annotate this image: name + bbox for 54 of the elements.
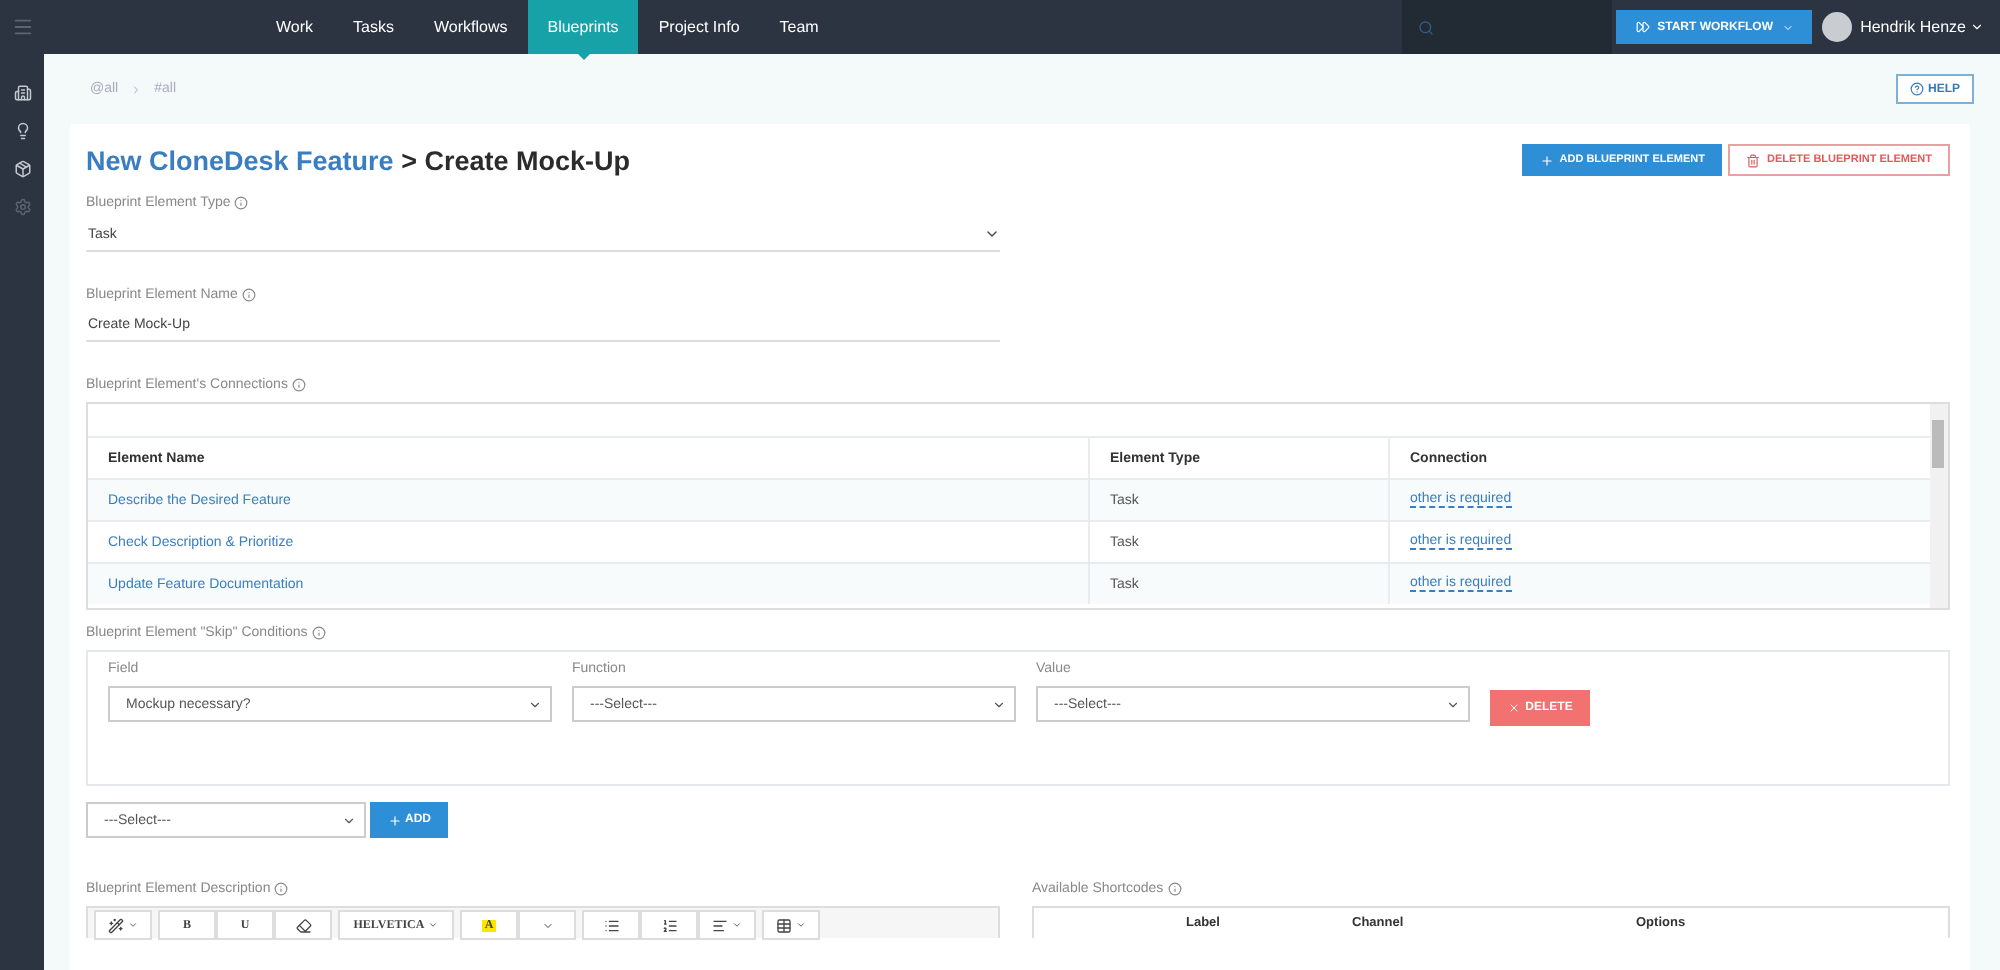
caret-icon xyxy=(732,920,742,930)
eraser-icon xyxy=(295,917,311,933)
scrollbar[interactable] xyxy=(1930,404,1948,608)
toolbar-button[interactable] xyxy=(640,910,698,940)
info-icon xyxy=(291,378,306,392)
caret-icon xyxy=(796,920,806,930)
nav-tab[interactable]: Workflows xyxy=(413,0,528,54)
info-icon xyxy=(241,288,256,302)
fast-forward-icon xyxy=(1635,20,1650,34)
align-icon xyxy=(712,917,728,933)
caret-icon xyxy=(128,920,138,930)
toolbar-button[interactable] xyxy=(94,910,152,940)
caret-icon xyxy=(1970,20,1984,34)
avatar[interactable] xyxy=(1822,12,1853,42)
caret-icon xyxy=(992,697,1006,711)
search-icon xyxy=(1418,19,1435,35)
nav-tab[interactable]: Tasks xyxy=(333,0,414,54)
box-icon xyxy=(13,160,31,178)
caret-icon xyxy=(428,920,439,930)
caret-icon xyxy=(342,813,356,827)
settings-icon xyxy=(13,198,31,216)
caret-icon xyxy=(528,697,542,711)
user-menu[interactable]: Hendrik Henze xyxy=(1860,18,1984,36)
info-icon xyxy=(234,196,249,210)
caret-icon xyxy=(984,226,1000,242)
nav-tab[interactable]: Work xyxy=(256,0,334,54)
info-icon xyxy=(274,882,289,896)
nav-tab[interactable]: Team xyxy=(759,0,839,54)
table-icon xyxy=(776,917,792,933)
page-title: New CloneDesk Feature > Create Mock-Up xyxy=(86,145,630,175)
plus-icon xyxy=(387,813,401,827)
caret-icon xyxy=(541,919,553,931)
lightbulb-icon xyxy=(13,122,31,140)
title-link[interactable]: New CloneDesk Feature xyxy=(86,145,394,175)
building-icon xyxy=(13,84,31,102)
close-icon xyxy=(1507,702,1520,714)
trash-icon xyxy=(1746,153,1761,167)
info-icon xyxy=(1167,882,1182,896)
info-icon xyxy=(311,626,326,640)
plus-icon xyxy=(1539,153,1554,167)
chevron-right-icon xyxy=(130,83,143,95)
caret-icon xyxy=(1781,21,1794,33)
magic-wand-icon xyxy=(108,917,124,933)
caret-icon xyxy=(1446,697,1460,711)
toolbar-button[interactable] xyxy=(762,910,820,940)
toolbar-button[interactable] xyxy=(698,910,756,940)
numbered-list-icon xyxy=(661,917,677,933)
search-field[interactable] xyxy=(1402,0,1613,54)
bulleted-list-icon xyxy=(603,917,619,933)
toolbar-button[interactable] xyxy=(582,910,640,940)
help-icon xyxy=(1909,82,1924,96)
toolbar-button[interactable] xyxy=(274,910,332,940)
menu-icon xyxy=(11,16,33,38)
nav-tab[interactable]: Project Info xyxy=(638,0,760,54)
